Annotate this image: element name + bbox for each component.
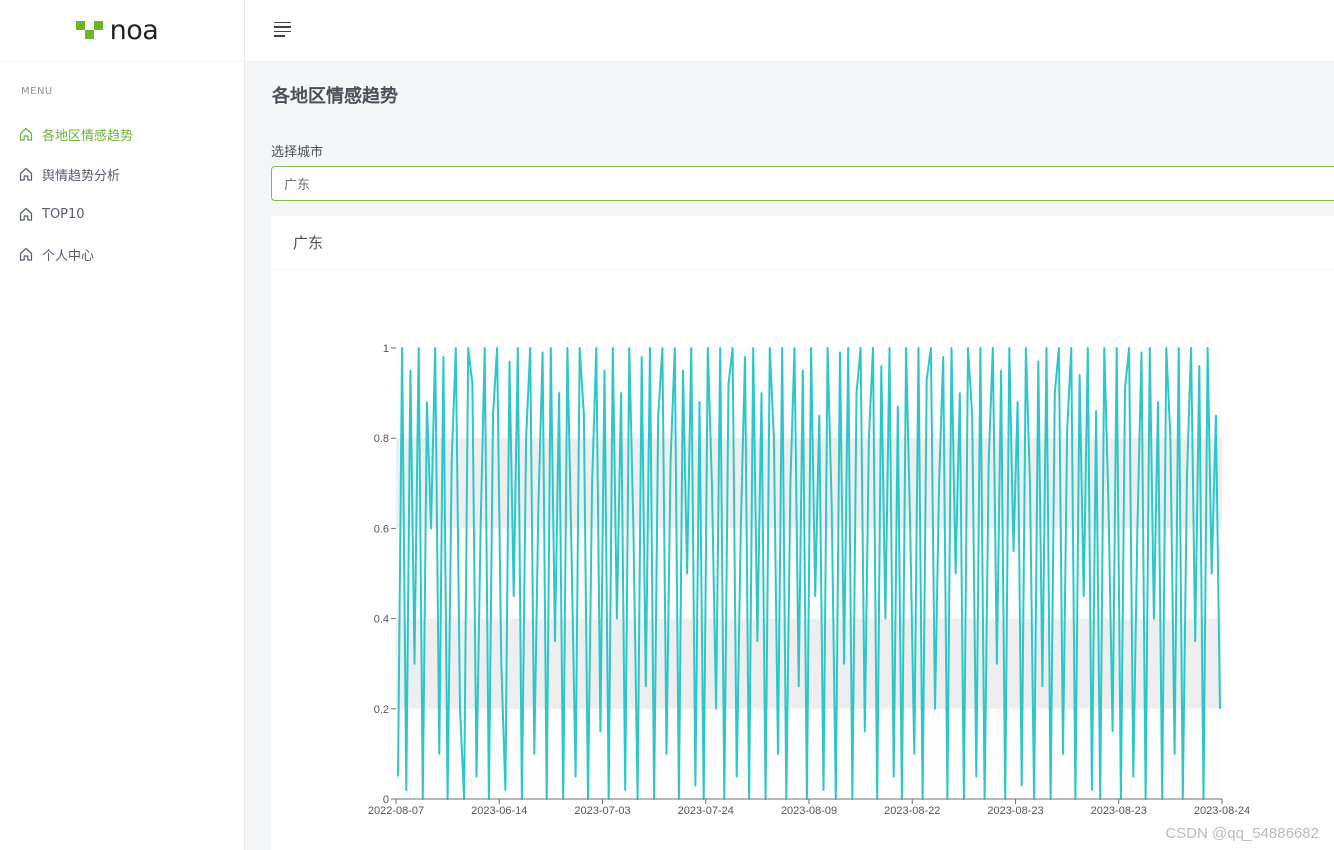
page-title: 各地区情感趋势 xyxy=(272,86,398,107)
sidebar-item-label: 各地区情感趋势 xyxy=(42,128,134,144)
sidebar-item-label: 个人中心 xyxy=(42,248,95,264)
home-icon xyxy=(18,206,34,222)
city-select-value: 广东 xyxy=(284,178,311,193)
sidebar-item-top10[interactable]: TOP10 xyxy=(0,194,244,234)
logo-bar: noa xyxy=(0,0,244,62)
chart-card: 广东 xyxy=(271,216,1334,850)
home-icon xyxy=(18,246,34,262)
sidebar: noa MENU 各地区情感趋势 舆情趋势分析 TOP10 个人中心 xyxy=(0,0,245,850)
city-select[interactable]: 广东 xyxy=(271,166,1334,201)
logo[interactable]: noa xyxy=(75,15,159,46)
logo-text: noa xyxy=(109,15,159,46)
sidebar-menu: 各地区情感趋势 舆情趋势分析 TOP10 个人中心 xyxy=(0,114,244,274)
sidebar-item-regional-sentiment[interactable]: 各地区情感趋势 xyxy=(0,114,244,154)
sidebar-item-opinion-trend[interactable]: 舆情趋势分析 xyxy=(0,154,244,194)
home-icon xyxy=(18,166,34,182)
sidebar-item-label: 舆情趋势分析 xyxy=(42,168,121,184)
sidebar-item-profile[interactable]: 个人中心 xyxy=(0,234,244,274)
chart-card-title: 广东 xyxy=(271,216,1334,270)
logo-mark-icon xyxy=(75,20,106,41)
main-content: 各地区情感趋势 选择城市 广东 广东 xyxy=(245,62,1334,850)
app-root: noa MENU 各地区情感趋势 舆情趋势分析 TOP10 个人中心 各地区情感… xyxy=(0,0,1334,850)
home-icon xyxy=(18,126,34,142)
menu-title: MENU xyxy=(21,86,53,97)
watermark: CSDN @qq_54886682 xyxy=(1165,825,1319,842)
hamburger-icon[interactable] xyxy=(274,20,294,38)
topbar xyxy=(245,0,1334,62)
sidebar-item-label: TOP10 xyxy=(42,206,85,222)
city-select-label: 选择城市 xyxy=(271,145,324,160)
